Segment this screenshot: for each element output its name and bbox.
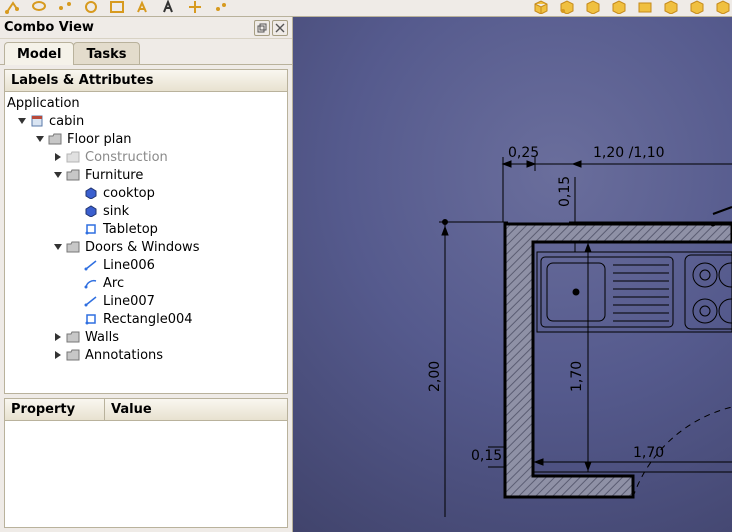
tree-construction[interactable]: Construction	[5, 148, 287, 166]
tree-walls[interactable]: Walls	[5, 328, 287, 346]
property-panel: Property Value	[4, 398, 288, 528]
tool-icon-2[interactable]	[30, 0, 48, 14]
twisty-closed-icon[interactable]	[51, 348, 65, 362]
dim-left-inner: 0,15	[471, 448, 502, 464]
tree-label: Construction	[85, 150, 168, 165]
property-body[interactable]	[5, 421, 287, 527]
dock-close-button[interactable]	[272, 20, 288, 36]
tree-line007[interactable]: Line007	[5, 292, 287, 310]
tree-label: Walls	[85, 330, 119, 345]
tree-body[interactable]: Application cabin Floor plan	[5, 92, 287, 393]
tree-annotations[interactable]: Annotations	[5, 346, 287, 364]
tool-icon-4[interactable]	[82, 0, 100, 14]
tree-panel: Labels & Attributes Application cabin Fl…	[4, 69, 288, 394]
dim-left-outer: 2,00	[427, 361, 443, 392]
twisty-open-icon[interactable]	[51, 240, 65, 254]
twisty-open-icon[interactable]	[51, 168, 65, 182]
tree-tabletop[interactable]: Tabletop	[5, 220, 287, 238]
solid-icon	[83, 185, 99, 201]
folder-icon	[65, 167, 81, 183]
tree-doors-windows[interactable]: Doors & Windows	[5, 238, 287, 256]
folder-icon	[65, 347, 81, 363]
main-toolbar	[0, 0, 732, 17]
combo-tabs: Model Tasks	[0, 39, 292, 65]
tool-box-icon-1[interactable]	[532, 0, 550, 14]
property-header: Property Value	[5, 399, 287, 421]
tree-label: sink	[103, 204, 129, 219]
tool-box-icon-4[interactable]	[610, 0, 628, 14]
solid-icon	[83, 203, 99, 219]
tool-icon-6[interactable]	[134, 0, 152, 14]
tool-box-icon-7[interactable]	[688, 0, 706, 14]
tool-box-icon-5[interactable]	[636, 0, 654, 14]
tree-rectangle004[interactable]: Rectangle004	[5, 310, 287, 328]
dim-top-left: 0,25	[508, 145, 539, 161]
tree-floorplan[interactable]: Floor plan	[5, 130, 287, 148]
folder-icon	[65, 239, 81, 255]
tool-icon-8[interactable]	[186, 0, 204, 14]
tree-label: Line007	[103, 294, 155, 309]
tree-label: Line006	[103, 258, 155, 273]
folder-icon	[65, 329, 81, 345]
tree-header: Labels & Attributes	[5, 70, 287, 92]
dim-mid-vert: 1,70	[569, 361, 585, 392]
tree-label: Furniture	[85, 168, 143, 183]
dim-top-right: 1,20 /1,10	[593, 145, 665, 161]
tree-label: Rectangle004	[103, 312, 193, 327]
floorplan-drawing: 0,25 1,20 /1,10 0,15	[293, 17, 732, 532]
tool-box-icon-6[interactable]	[662, 0, 680, 14]
tree-label: Tabletop	[103, 222, 158, 237]
tool-icon-9[interactable]	[212, 0, 230, 14]
draft-icon	[83, 221, 99, 237]
combo-view-panel: Combo View Model Tasks Labels & Attribut…	[0, 17, 293, 532]
twisty-open-icon[interactable]	[33, 132, 47, 146]
tab-tasks[interactable]: Tasks	[73, 42, 139, 65]
property-col-property[interactable]: Property	[5, 399, 105, 420]
folder-icon	[47, 131, 63, 147]
dock-title: Combo View	[4, 20, 252, 35]
twisty-open-icon[interactable]	[15, 114, 29, 128]
tool-icon-1[interactable]	[4, 0, 22, 14]
draft-icon	[83, 293, 99, 309]
tab-model[interactable]: Model	[4, 42, 74, 65]
tree-label: Annotations	[85, 348, 163, 363]
tool-icon-3[interactable]	[56, 0, 74, 14]
tree-label: cabin	[49, 114, 84, 129]
draft-icon	[83, 311, 99, 327]
tree-label: Doors & Windows	[85, 240, 199, 255]
tool-box-icon-3[interactable]	[584, 0, 602, 14]
tree-label: Arc	[103, 276, 124, 291]
tree-application[interactable]: Application	[5, 94, 287, 112]
draft-icon	[83, 275, 99, 291]
draft-icon	[83, 257, 99, 273]
property-col-value[interactable]: Value	[105, 399, 287, 420]
dim-inner-top: 0,15	[557, 176, 573, 207]
tree-label: cooktop	[103, 186, 155, 201]
dock-header: Combo View	[0, 17, 292, 39]
tree-cooktop[interactable]: cooktop	[5, 184, 287, 202]
tree-doc-cabin[interactable]: cabin	[5, 112, 287, 130]
tool-box-icon-8[interactable]	[714, 0, 732, 14]
tool-box-icon-2[interactable]	[558, 0, 576, 14]
twisty-closed-icon[interactable]	[51, 150, 65, 164]
folder-icon	[65, 149, 81, 165]
tool-icon-5[interactable]	[108, 0, 126, 14]
3d-viewport[interactable]: 0,25 1,20 /1,10 0,15	[293, 17, 732, 532]
twisty-closed-icon[interactable]	[51, 330, 65, 344]
dock-float-button[interactable]	[254, 20, 270, 36]
tree-furniture[interactable]: Furniture	[5, 166, 287, 184]
tree-label: Floor plan	[67, 132, 132, 147]
document-icon	[29, 113, 45, 129]
tree-sink[interactable]: sink	[5, 202, 287, 220]
tree-label: Application	[7, 96, 80, 111]
tool-text-icon[interactable]	[160, 0, 178, 14]
tree-line006[interactable]: Line006	[5, 256, 287, 274]
tree-arc[interactable]: Arc	[5, 274, 287, 292]
dim-bottom-horiz: 1,70	[633, 445, 664, 461]
